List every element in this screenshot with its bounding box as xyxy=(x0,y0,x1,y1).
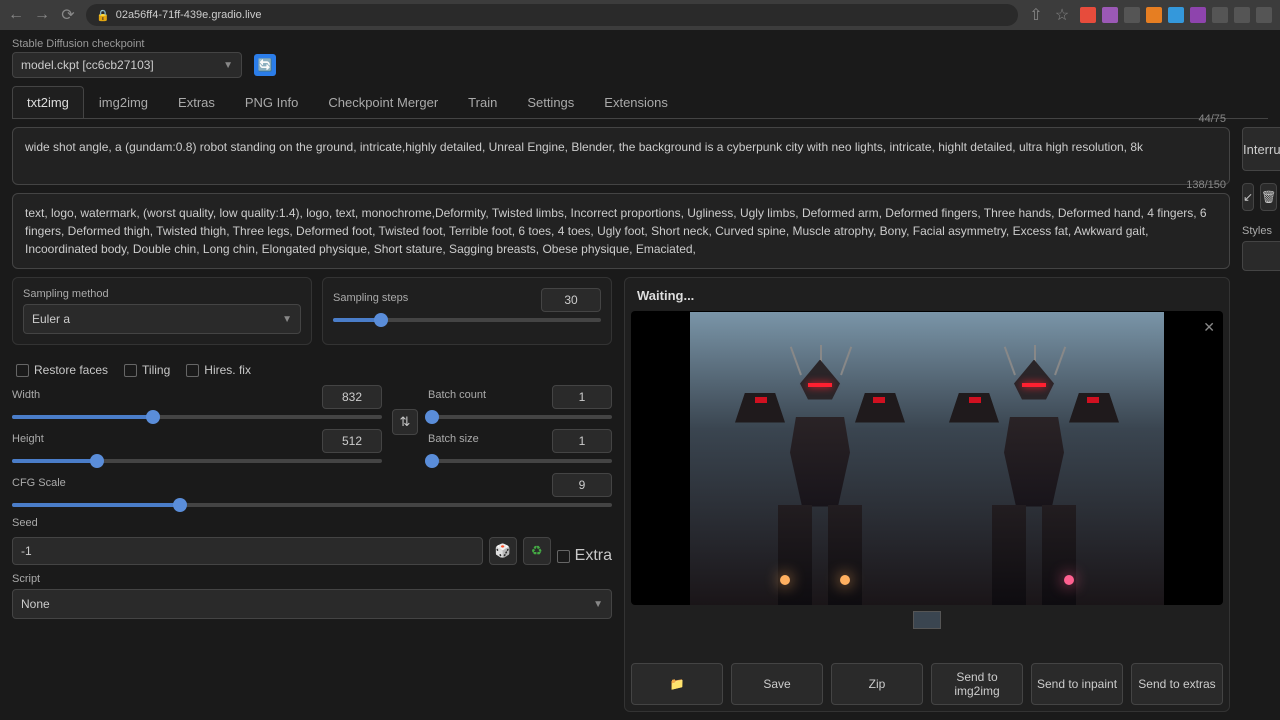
panel-icon[interactable] xyxy=(1234,7,1250,23)
back-icon[interactable]: ← xyxy=(8,7,24,23)
width-input[interactable]: 832 xyxy=(322,385,382,409)
ext-icon[interactable] xyxy=(1168,7,1184,23)
tiling-checkbox[interactable]: Tiling xyxy=(124,363,170,377)
browser-bar: ← → ⟳ 🔒 02a56ff4-71ff-439e.gradio.live ⇧… xyxy=(0,0,1280,30)
sampling-method-select[interactable]: Euler a ▼ xyxy=(23,304,301,334)
lock-icon: 🔒 xyxy=(96,9,110,22)
tab-checkpoint-merger[interactable]: Checkpoint Merger xyxy=(313,86,453,118)
tab-txt2img[interactable]: txt2img xyxy=(12,86,84,118)
restore-faces-checkbox[interactable]: Restore faces xyxy=(16,363,108,377)
seed-label: Seed xyxy=(12,517,612,529)
extra-checkbox[interactable]: Extra xyxy=(557,547,612,565)
thumbnail-strip xyxy=(631,611,1223,629)
script-label: Script xyxy=(12,573,612,585)
checkpoint-label: Stable Diffusion checkpoint xyxy=(12,38,242,50)
swap-dimensions-button[interactable]: ⇅ xyxy=(392,409,418,435)
send-extras-button[interactable]: Send to extras xyxy=(1131,663,1223,705)
url-text: 02a56ff4-71ff-439e.gradio.live xyxy=(116,9,262,21)
clear-button[interactable]: 🗑 xyxy=(1260,183,1277,211)
ext-icon[interactable] xyxy=(1124,7,1140,23)
ext-icon[interactable] xyxy=(1102,7,1118,23)
thumbnail[interactable] xyxy=(913,611,941,629)
neg-prompt-counter: 138/150 xyxy=(1186,179,1226,191)
batch-size-slider[interactable] xyxy=(428,459,612,463)
main-tabs: txt2img img2img Extras PNG Info Checkpoi… xyxy=(12,86,1268,119)
height-slider[interactable] xyxy=(12,459,382,463)
interrupt-button[interactable]: Interrupt xyxy=(1242,127,1280,171)
checkpoint-select[interactable]: model.ckpt [cc6cb27103] ▼ xyxy=(12,52,242,78)
width-slider[interactable] xyxy=(12,415,382,419)
generated-image[interactable] xyxy=(690,312,1164,605)
reload-icon[interactable]: ⟳ xyxy=(60,7,76,23)
url-bar[interactable]: 🔒 02a56ff4-71ff-439e.gradio.live xyxy=(86,4,1018,26)
output-status: Waiting... xyxy=(631,284,1223,307)
close-icon[interactable]: ✕ xyxy=(1203,319,1215,336)
ext-icon[interactable] xyxy=(1146,7,1162,23)
batch-size-label: Batch size xyxy=(428,433,479,445)
prompt-input[interactable]: wide shot angle, a (gundam:0.8) robot st… xyxy=(12,127,1230,185)
ext-icon[interactable] xyxy=(1080,7,1096,23)
seed-input[interactable]: -1 xyxy=(12,537,483,565)
chevron-down-icon: ▼ xyxy=(282,314,292,325)
batch-size-input[interactable]: 1 xyxy=(552,429,612,453)
sampling-steps-label: Sampling steps xyxy=(333,292,408,304)
share-icon[interactable]: ⇧ xyxy=(1028,7,1044,23)
save-button[interactable]: Save xyxy=(731,663,823,705)
negative-prompt-input[interactable]: text, logo, watermark, (worst quality, l… xyxy=(12,193,1230,269)
ext-icon[interactable] xyxy=(1190,7,1206,23)
styles-label: Styles xyxy=(1242,225,1280,237)
height-label: Height xyxy=(12,433,44,445)
sampling-method-label: Sampling method xyxy=(23,288,301,300)
tab-extras[interactable]: Extras xyxy=(163,86,230,118)
extension-icons xyxy=(1080,7,1272,23)
star-icon[interactable]: ☆ xyxy=(1054,7,1070,23)
tab-settings[interactable]: Settings xyxy=(512,86,589,118)
arrow-button[interactable]: ↙ xyxy=(1242,183,1254,211)
cfg-scale-slider[interactable] xyxy=(12,503,612,507)
width-label: Width xyxy=(12,389,40,401)
send-img2img-button[interactable]: Send to img2img xyxy=(931,663,1023,705)
cfg-scale-label: CFG Scale xyxy=(12,477,66,489)
chevron-down-icon: ▼ xyxy=(223,60,233,71)
output-panel: Waiting... ✕ xyxy=(624,277,1230,712)
script-select[interactable]: None ▼ xyxy=(12,589,612,619)
batch-count-input[interactable]: 1 xyxy=(552,385,612,409)
tab-extensions[interactable]: Extensions xyxy=(589,86,683,118)
tab-train[interactable]: Train xyxy=(453,86,512,118)
refresh-checkpoint-button[interactable]: 🔄 xyxy=(254,54,276,76)
sampling-steps-input[interactable]: 30 xyxy=(541,288,601,312)
batch-count-label: Batch count xyxy=(428,389,486,401)
batch-count-slider[interactable] xyxy=(428,415,612,419)
send-inpaint-button[interactable]: Send to inpaint xyxy=(1031,663,1123,705)
cfg-scale-input[interactable]: 9 xyxy=(552,473,612,497)
output-image-area: ✕ xyxy=(631,311,1223,605)
height-input[interactable]: 512 xyxy=(322,429,382,453)
zip-button[interactable]: Zip xyxy=(831,663,923,705)
styles-select[interactable]: ▼ xyxy=(1242,241,1280,271)
tab-img2img[interactable]: img2img xyxy=(84,86,163,118)
puzzle-icon[interactable] xyxy=(1212,7,1228,23)
random-seed-button[interactable]: 🎲 xyxy=(489,537,517,565)
hires-fix-checkbox[interactable]: Hires. fix xyxy=(186,363,251,377)
forward-icon[interactable]: → xyxy=(34,7,50,23)
tab-pnginfo[interactable]: PNG Info xyxy=(230,86,313,118)
open-folder-button[interactable]: 📁 xyxy=(631,663,723,705)
chevron-down-icon: ▼ xyxy=(593,599,603,610)
reuse-seed-button[interactable]: ♻ xyxy=(523,537,551,565)
prompt-counter: 44/75 xyxy=(1198,113,1226,125)
menu-icon[interactable] xyxy=(1256,7,1272,23)
sampling-steps-slider[interactable] xyxy=(333,318,601,322)
